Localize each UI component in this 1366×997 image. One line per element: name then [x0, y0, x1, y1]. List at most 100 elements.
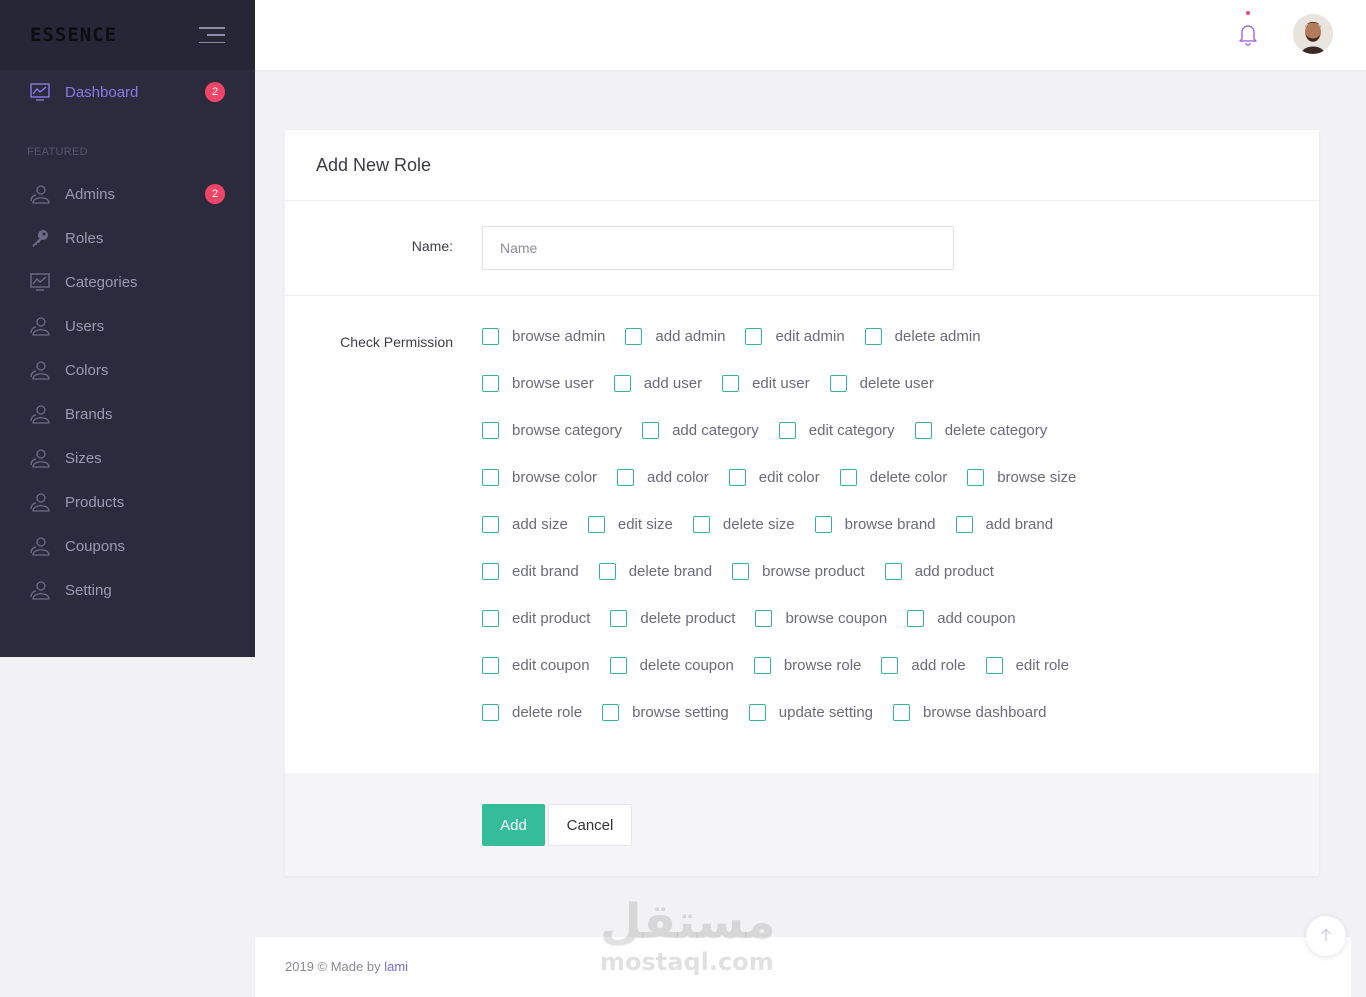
- menu-toggle-icon[interactable]: [199, 27, 225, 43]
- permission-checkbox[interactable]: [907, 609, 925, 627]
- permission-browse-dashboard[interactable]: browse dashboard: [893, 702, 1046, 722]
- permission-add-brand[interactable]: add brand: [955, 514, 1053, 534]
- permission-checkbox[interactable]: [482, 609, 499, 627]
- permission-browse-product[interactable]: browse product: [732, 561, 865, 581]
- permission-checkbox[interactable]: [829, 374, 847, 392]
- permission-checkbox[interactable]: [482, 656, 499, 674]
- permission-checkbox[interactable]: [732, 562, 750, 580]
- permission-browse-size[interactable]: browse size: [967, 467, 1076, 487]
- permission-checkbox[interactable]: [613, 374, 631, 392]
- permission-edit-product[interactable]: edit product: [482, 608, 590, 628]
- permission-delete-color[interactable]: delete color: [839, 467, 947, 487]
- permission-checkbox[interactable]: [482, 562, 499, 580]
- permission-browse-user[interactable]: browse user: [482, 373, 594, 393]
- permission-delete-user[interactable]: delete user: [829, 373, 934, 393]
- permission-edit-color[interactable]: edit color: [728, 467, 820, 487]
- name-input[interactable]: [482, 226, 954, 270]
- author-link[interactable]: lami: [384, 959, 408, 974]
- permission-checkbox[interactable]: [482, 421, 499, 439]
- permission-checkbox[interactable]: [482, 468, 499, 486]
- permission-delete-product[interactable]: delete product: [610, 608, 735, 628]
- avatar[interactable]: [1293, 14, 1333, 54]
- permission-add-coupon[interactable]: add coupon: [907, 608, 1016, 628]
- permission-browse-setting[interactable]: browse setting: [602, 702, 729, 722]
- permission-delete-size[interactable]: delete size: [692, 514, 795, 534]
- sidebar-item-categories[interactable]: Categories: [0, 260, 255, 304]
- sidebar-item-roles[interactable]: Roles: [0, 216, 255, 260]
- permission-checkbox[interactable]: [753, 656, 771, 674]
- sidebar-item-setting[interactable]: Setting: [0, 568, 255, 612]
- permission-delete-admin[interactable]: delete admin: [864, 326, 981, 346]
- scroll-to-top-button[interactable]: [1306, 916, 1346, 956]
- permission-add-size[interactable]: add size: [482, 514, 568, 534]
- permission-checkbox[interactable]: [914, 421, 932, 439]
- permission-checkbox[interactable]: [967, 468, 985, 486]
- form-actions: Add Cancel: [285, 773, 1319, 876]
- sidebar-item-users[interactable]: Users: [0, 304, 255, 348]
- permission-browse-category[interactable]: browse category: [482, 420, 622, 440]
- permission-checkbox[interactable]: [955, 515, 973, 533]
- sidebar-item-label: Categories: [65, 273, 138, 291]
- sidebar-item-colors[interactable]: Colors: [0, 348, 255, 392]
- permission-checkbox[interactable]: [692, 515, 710, 533]
- permission-checkbox[interactable]: [482, 515, 499, 533]
- permission-browse-color[interactable]: browse color: [482, 467, 597, 487]
- permission-checkbox[interactable]: [893, 703, 911, 721]
- permission-edit-admin[interactable]: edit admin: [745, 326, 845, 346]
- add-button[interactable]: Add: [482, 804, 545, 846]
- permission-checkbox[interactable]: [839, 468, 857, 486]
- permission-checkbox[interactable]: [587, 515, 605, 533]
- sidebar-item-coupons[interactable]: Coupons: [0, 524, 255, 568]
- permission-edit-size[interactable]: edit size: [587, 514, 673, 534]
- permission-checkbox[interactable]: [609, 656, 627, 674]
- sidebar-item-dashboard[interactable]: Dashboard 2: [0, 70, 255, 114]
- sidebar-item-sizes[interactable]: Sizes: [0, 436, 255, 480]
- permission-checkbox[interactable]: [778, 421, 796, 439]
- permission-checkbox[interactable]: [610, 609, 628, 627]
- sidebar-item-admins[interactable]: Admins 2: [0, 172, 255, 216]
- permission-checkbox[interactable]: [642, 421, 660, 439]
- permission-add-product[interactable]: add product: [884, 561, 994, 581]
- permission-checkbox[interactable]: [617, 468, 635, 486]
- permission-update-setting[interactable]: update setting: [748, 702, 873, 722]
- bell-icon[interactable]: [1238, 22, 1258, 46]
- permission-checkbox[interactable]: [985, 656, 1003, 674]
- permission-checkbox[interactable]: [881, 656, 899, 674]
- permission-checkbox[interactable]: [598, 562, 616, 580]
- permission-delete-coupon[interactable]: delete coupon: [609, 655, 734, 675]
- permission-checkbox[interactable]: [755, 609, 773, 627]
- permission-checkbox[interactable]: [625, 327, 643, 345]
- permission-checkbox[interactable]: [748, 703, 766, 721]
- cancel-button[interactable]: Cancel: [548, 804, 632, 846]
- permission-browse-brand[interactable]: browse brand: [814, 514, 936, 534]
- permission-checkbox[interactable]: [745, 327, 763, 345]
- permission-checkbox[interactable]: [722, 374, 740, 392]
- permission-browse-admin[interactable]: browse admin: [482, 326, 605, 346]
- permission-checkbox[interactable]: [482, 703, 499, 721]
- permission-edit-brand[interactable]: edit brand: [482, 561, 579, 581]
- permission-browse-role[interactable]: browse role: [753, 655, 861, 675]
- permission-checkbox[interactable]: [482, 327, 499, 345]
- permission-edit-user[interactable]: edit user: [722, 373, 810, 393]
- permission-checkbox[interactable]: [482, 374, 499, 392]
- sidebar-item-brands[interactable]: Brands: [0, 392, 255, 436]
- permission-browse-coupon[interactable]: browse coupon: [755, 608, 887, 628]
- permission-checkbox[interactable]: [728, 468, 746, 486]
- permission-edit-coupon[interactable]: edit coupon: [482, 655, 590, 675]
- permission-checkbox[interactable]: [864, 327, 882, 345]
- permission-delete-role[interactable]: delete role: [482, 702, 582, 722]
- permission-checkbox[interactable]: [602, 703, 620, 721]
- permission-delete-category[interactable]: delete category: [914, 420, 1047, 440]
- permission-edit-role[interactable]: edit role: [985, 655, 1069, 675]
- permission-label: edit size: [617, 515, 673, 533]
- permission-checkbox[interactable]: [884, 562, 902, 580]
- permission-checkbox[interactable]: [814, 515, 832, 533]
- sidebar-item-products[interactable]: Products: [0, 480, 255, 524]
- permission-add-role[interactable]: add role: [881, 655, 966, 675]
- permission-add-category[interactable]: add category: [642, 420, 759, 440]
- permission-add-admin[interactable]: add admin: [625, 326, 725, 346]
- permission-add-user[interactable]: add user: [613, 373, 702, 393]
- permission-add-color[interactable]: add color: [617, 467, 709, 487]
- permission-edit-category[interactable]: edit category: [778, 420, 895, 440]
- permission-delete-brand[interactable]: delete brand: [598, 561, 712, 581]
